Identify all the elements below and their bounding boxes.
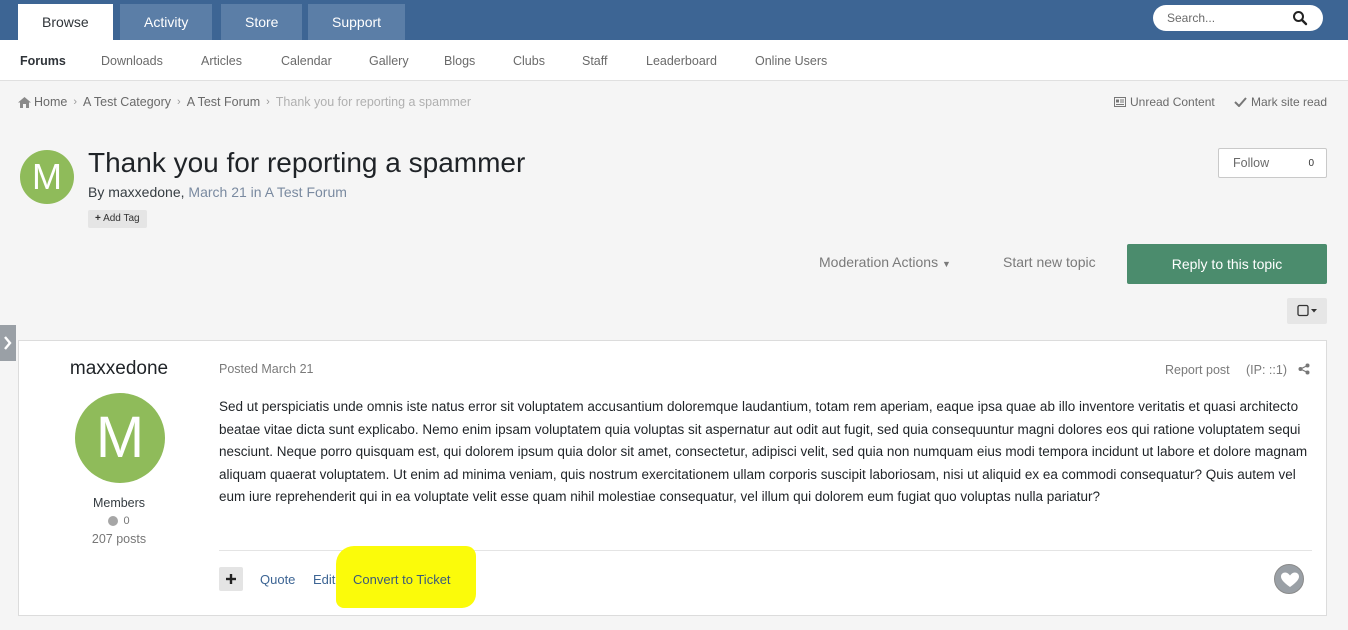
tab-support[interactable]: Support [308, 4, 406, 40]
breadcrumb-category[interactable]: A Test Category [83, 95, 171, 109]
nav-clubs[interactable]: Clubs [513, 54, 545, 68]
mark-site-read-label: Mark site read [1251, 95, 1328, 109]
nav-online-users[interactable]: Online Users [755, 54, 827, 68]
breadcrumb-home[interactable]: Home [34, 95, 67, 109]
reaction-button[interactable] [1274, 564, 1304, 594]
sidebar-expand-toggle[interactable] [0, 325, 16, 361]
search-icon[interactable] [1292, 10, 1308, 26]
author-reputation: 0 [19, 515, 219, 527]
convert-to-ticket-link[interactable]: Convert to Ticket [353, 572, 451, 587]
chevron-right-icon [4, 336, 12, 350]
byline-by: By [88, 184, 105, 200]
reply-to-topic-button[interactable]: Reply to this topic [1127, 244, 1327, 284]
ip-address[interactable]: (IP: ::1) [1246, 363, 1287, 377]
nav-gallery[interactable]: Gallery [369, 54, 409, 68]
reputation-icon [108, 516, 119, 526]
breadcrumb: Home › A Test Category › A Test Forum › … [18, 95, 471, 109]
multi-select-toggle[interactable] [1287, 298, 1327, 324]
tab-store[interactable]: Store [221, 4, 303, 40]
follow-count: 0 [1308, 158, 1314, 169]
add-tag-button[interactable]: + Add Tag [88, 210, 147, 228]
chevron-right-icon: › [177, 96, 181, 108]
plus-icon [226, 574, 236, 584]
tab-activity[interactable]: Activity [120, 4, 213, 40]
nav-staff[interactable]: Staff [582, 54, 607, 68]
check-icon [1234, 97, 1247, 107]
author-post-count: 207 posts [91, 532, 147, 546]
author-group: Members [92, 496, 146, 510]
home-icon [18, 96, 31, 108]
nav-calendar[interactable]: Calendar [281, 54, 332, 68]
chevron-right-icon: › [73, 96, 78, 108]
add-tag-label: Add Tag [103, 213, 140, 224]
chevron-right-icon: › [266, 96, 270, 108]
post-author-avatar[interactable]: M [75, 393, 165, 483]
search-input[interactable] [1167, 9, 1287, 27]
report-post-link[interactable]: Report post [1165, 363, 1230, 377]
follow-label: Follow [1233, 156, 1270, 170]
plus-icon: + [95, 213, 101, 224]
byline-in: in [250, 184, 262, 200]
reputation-count: 0 [123, 515, 130, 527]
share-icon[interactable] [1298, 363, 1310, 375]
byline-forum[interactable]: A Test Forum [265, 184, 347, 200]
nav-articles[interactable]: Articles [201, 54, 242, 68]
caret-down-icon: ▼ [941, 259, 951, 269]
nav-leaderboard[interactable]: Leaderboard [646, 54, 717, 68]
quote-link[interactable]: Quote [260, 572, 295, 587]
post-date: Posted March 21 [219, 362, 314, 376]
top-bar: Browse Activity Store Support [0, 0, 1348, 40]
edit-link[interactable]: Edit [313, 572, 335, 587]
post-body: Sed ut perspiciatis unde omnis iste natu… [219, 399, 1308, 504]
page-title: Thank you for reporting a spammer [88, 147, 526, 178]
nav-blogs[interactable]: Blogs [444, 54, 475, 68]
moderation-actions-label: Moderation Actions [819, 254, 939, 270]
byline-date: March 21 [188, 184, 247, 200]
unread-content-link[interactable]: Unread Content [1114, 95, 1215, 109]
post-card: maxxedone M Members 0 207 posts Posted M… [18, 340, 1327, 616]
post-author-name[interactable]: maxxedone [19, 358, 219, 380]
secondary-nav: Forums Downloads Articles Calendar Galle… [0, 40, 1348, 81]
breadcrumb-current: Thank you for reporting a spammer [275, 95, 472, 109]
start-new-topic-button[interactable]: Start new topic [1003, 254, 1096, 270]
mark-site-read-link[interactable]: Mark site read [1234, 95, 1327, 109]
topic-author-avatar[interactable]: M [20, 150, 74, 204]
newspaper-icon [1114, 97, 1126, 107]
moderation-actions-dropdown[interactable]: Moderation Actions ▼ [819, 254, 951, 270]
unread-content-label: Unread Content [1130, 95, 1215, 109]
nav-downloads[interactable]: Downloads [101, 54, 163, 68]
nav-forums[interactable]: Forums [20, 54, 66, 68]
breadcrumb-forum[interactable]: A Test Forum [187, 95, 260, 109]
checkbox-icon [1297, 304, 1317, 317]
topic-byline: By maxxedone, March 21 in A Test Forum [88, 184, 347, 200]
follow-button[interactable]: Follow 0 [1218, 148, 1327, 178]
search-box [1153, 5, 1323, 31]
byline-author[interactable]: maxxedone, [108, 184, 184, 200]
heart-icon [1281, 572, 1299, 587]
tab-browse[interactable]: Browse [18, 4, 113, 40]
multiquote-button[interactable] [219, 567, 243, 591]
